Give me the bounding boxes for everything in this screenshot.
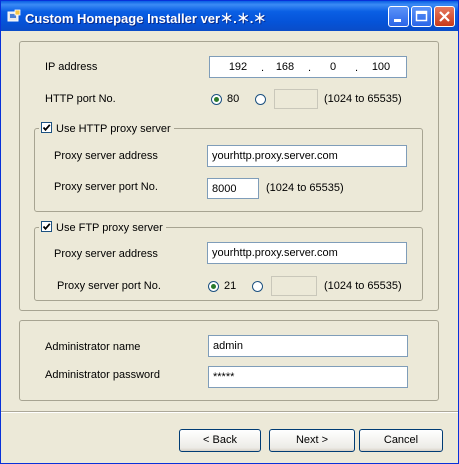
admin-password-label: Administrator password <box>45 369 160 381</box>
http-proxy-legend: Use HTTP proxy server <box>39 122 174 136</box>
http-port-custom-input[interactable] <box>274 89 318 109</box>
ip-octet-1[interactable]: 192 <box>218 60 258 74</box>
ip-octet-3[interactable]: 0 <box>313 60 353 74</box>
admin-name-input[interactable]: admin <box>208 335 408 357</box>
ip-address-input[interactable]: 192 . 168 . 0 . 100 <box>209 56 407 78</box>
ftp-proxy-legend: Use FTP proxy server <box>39 221 166 235</box>
ftp-port-custom-input[interactable] <box>271 276 317 296</box>
ip-dot: . <box>355 62 359 74</box>
ftp-port-range-hint: (1024 to 65535) <box>324 280 402 292</box>
admin-password-input[interactable]: ***** <box>208 366 408 388</box>
http-port-range-hint: (1024 to 65535) <box>324 93 402 105</box>
ftp-port-default-label: 21 <box>224 280 237 292</box>
http-proxy-address-input[interactable]: yourhttp.proxy.server.com <box>207 145 407 167</box>
http-port-custom-radio[interactable] <box>255 94 266 105</box>
close-button[interactable] <box>434 6 455 27</box>
ftp-proxy-checkbox[interactable] <box>41 221 52 232</box>
ftp-proxy-address-input[interactable]: yourhttp.proxy.server.com <box>207 242 407 264</box>
minimize-button[interactable] <box>388 6 409 27</box>
ip-dot: . <box>308 62 312 74</box>
http-proxy-port-range-hint: (1024 to 65535) <box>266 182 344 194</box>
http-proxy-port-label: Proxy server port No. <box>54 181 158 193</box>
ftp-port-custom-radio[interactable] <box>252 281 263 292</box>
http-proxy-address-label: Proxy server address <box>54 150 158 162</box>
ftp-proxy-address-label: Proxy server address <box>54 248 158 260</box>
ip-dot: . <box>261 62 265 74</box>
cancel-button[interactable]: Cancel <box>359 429 443 452</box>
http-proxy-port-input[interactable]: 8000 <box>207 178 259 199</box>
http-port-label: HTTP port No. <box>45 93 116 105</box>
admin-name-label: Administrator name <box>45 341 141 353</box>
http-port-default-radio[interactable] <box>211 94 222 105</box>
http-proxy-checkbox[interactable] <box>41 122 52 133</box>
next-button[interactable]: Next > <box>269 429 355 452</box>
ip-address-label: IP address <box>45 61 98 73</box>
installer-app-icon <box>7 9 21 23</box>
ftp-port-default-radio[interactable] <box>208 281 219 292</box>
maximize-button[interactable] <box>411 6 432 27</box>
back-button[interactable]: < Back <box>179 429 261 452</box>
http-port-default-label: 80 <box>227 93 240 105</box>
title-bar[interactable]: Custom Homepage Installer ver＊.＊.＊ <box>1 1 458 31</box>
ip-octet-4[interactable]: 100 <box>361 60 401 74</box>
administrator-group <box>19 320 439 401</box>
footer-separator <box>1 411 458 413</box>
ip-octet-2[interactable]: 168 <box>265 60 305 74</box>
ftp-proxy-port-label: Proxy server port No. <box>57 280 161 292</box>
installer-window: Custom Homepage Installer ver＊.＊.＊ IP ad… <box>0 0 459 464</box>
http-proxy-checkbox-label: Use HTTP proxy server <box>56 123 171 135</box>
window-title: Custom Homepage Installer ver＊.＊.＊ <box>25 11 267 26</box>
http-proxy-group <box>34 128 423 212</box>
ftp-proxy-checkbox-label: Use FTP proxy server <box>56 222 163 234</box>
